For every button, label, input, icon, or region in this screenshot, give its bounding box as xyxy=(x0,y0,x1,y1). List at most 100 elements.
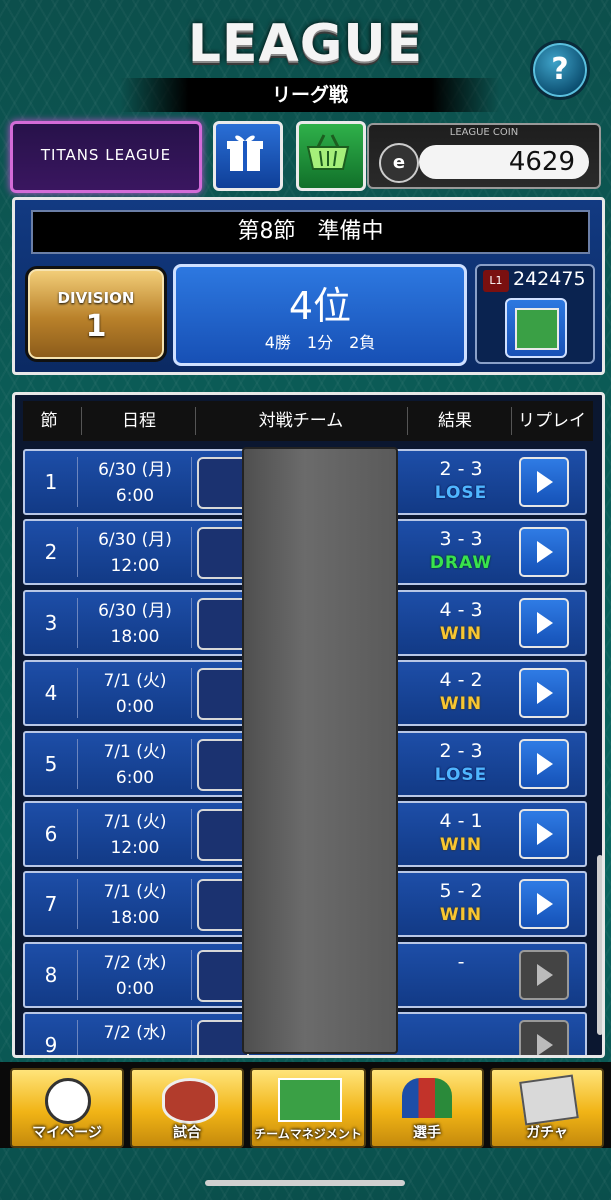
league-logo[interactable]: TITANS LEAGUE xyxy=(10,121,202,193)
match-day: 7/1 (火) xyxy=(103,671,167,692)
match-result: WIN xyxy=(439,623,483,644)
gift-button[interactable] xyxy=(213,121,283,191)
league-logo-text: TITANS LEAGUE xyxy=(40,146,172,164)
coin-icon: e xyxy=(379,143,419,183)
match-score: 2 - 3 xyxy=(439,739,483,762)
match-score: 4 - 3 xyxy=(439,598,483,621)
match-day: 6/30 (月) xyxy=(98,600,172,621)
match-result: DRAW xyxy=(429,553,493,574)
match-day: 7/1 (火) xyxy=(103,882,167,903)
nav-match-label: 試合 xyxy=(173,1125,201,1141)
team-strength-box: L1 242475 xyxy=(475,264,595,364)
row-divider xyxy=(191,879,192,930)
nav-players-label: 選手 xyxy=(413,1125,441,1141)
gift-icon xyxy=(227,135,263,171)
row-divider xyxy=(77,668,78,719)
header-divider xyxy=(81,407,82,435)
match-date: 7/1 (火) 12:00 xyxy=(79,809,191,861)
replay-button[interactable] xyxy=(519,1020,569,1055)
round-number: 3 xyxy=(44,610,58,635)
row-divider xyxy=(77,527,78,578)
row-divider xyxy=(191,949,192,1000)
row-divider xyxy=(77,738,78,789)
rank-value: 4位 xyxy=(288,284,352,328)
replay-button[interactable] xyxy=(519,668,569,719)
match-score: 4 - 2 xyxy=(439,669,483,692)
replay-button[interactable] xyxy=(519,809,569,859)
row-divider xyxy=(77,1020,78,1055)
play-icon xyxy=(537,471,553,493)
play-icon xyxy=(537,611,553,634)
match-day: 7/1 (火) xyxy=(103,741,167,762)
round-number: 8 xyxy=(44,962,58,987)
replay-button[interactable] xyxy=(519,949,569,1000)
nav-match[interactable]: 試合 xyxy=(130,1068,244,1148)
match-time: 6:00 xyxy=(115,486,155,506)
help-button[interactable]: ? xyxy=(530,40,590,100)
row-divider xyxy=(191,809,192,859)
schedule-header: 節 日程 対戦チーム 結果 リプレイ xyxy=(23,401,593,441)
page-title: LEAGUE xyxy=(187,14,424,74)
nav-mypage[interactable]: マイページ xyxy=(10,1068,124,1148)
formation-icon xyxy=(278,1078,342,1122)
shop-button[interactable] xyxy=(296,121,366,191)
match-day: 7/2 (水) xyxy=(103,952,167,973)
formation-button[interactable] xyxy=(505,298,567,358)
match-date: 6/30 (月) 18:00 xyxy=(79,598,191,650)
replay-button[interactable] xyxy=(519,457,569,507)
coin-label: LEAGUE COIN xyxy=(449,127,519,138)
match-date: 7/2 (水) 0:00 xyxy=(79,950,191,1002)
round-number: 5 xyxy=(44,751,58,776)
schedule-scrollbar[interactable] xyxy=(597,855,602,1035)
nav-team-management[interactable]: チームマネジメント xyxy=(250,1068,366,1148)
replay-button[interactable] xyxy=(519,738,569,789)
match-time: 12:00 xyxy=(110,838,160,858)
page-subtitle: リーグ戦 xyxy=(120,78,500,112)
coin-value: 4629 xyxy=(419,145,589,179)
bottom-nav: マイページ 試合 チームマネジメント 選手 ガチャ xyxy=(0,1062,611,1148)
efootball-icon xyxy=(45,1078,91,1124)
match-day: 6/30 (月) xyxy=(98,530,172,551)
header-round: 節 xyxy=(40,411,58,431)
match-score: 2 - 3 xyxy=(439,458,483,480)
match-score: 3 - 3 xyxy=(439,528,483,551)
rank-box: 4位 4勝 1分 2負 xyxy=(173,264,467,366)
play-icon xyxy=(537,963,553,986)
replay-button[interactable] xyxy=(519,879,569,930)
match-day: 7/1 (火) xyxy=(103,812,167,832)
nav-players[interactable]: 選手 xyxy=(370,1068,484,1148)
match-time: 0:00 xyxy=(115,978,155,999)
stadium-icon xyxy=(162,1078,218,1124)
match-time: 18:00 xyxy=(110,626,160,647)
match-result: WIN xyxy=(439,694,483,715)
row-divider xyxy=(77,949,78,1000)
round-number: 6 xyxy=(44,822,58,846)
players-icon xyxy=(402,1078,452,1118)
row-divider xyxy=(77,457,78,507)
header-replay: リプレイ xyxy=(518,411,586,431)
replay-button[interactable] xyxy=(519,597,569,648)
replay-button[interactable] xyxy=(519,527,569,578)
row-divider xyxy=(77,597,78,648)
match-date: 7/1 (火) 0:00 xyxy=(79,668,191,720)
match-score: 4 - 1 xyxy=(439,810,483,832)
match-date: 6/30 (月) 6:00 xyxy=(79,457,191,509)
match-date: 7/1 (火) 18:00 xyxy=(79,879,191,931)
match-date: 7/2 (水) xyxy=(79,1020,191,1046)
match-date: 7/1 (火) 6:00 xyxy=(79,739,191,791)
nav-gacha[interactable]: ガチャ xyxy=(490,1068,604,1148)
level-badge: L1 xyxy=(483,270,509,292)
match-score: - xyxy=(457,950,465,973)
home-indicator[interactable] xyxy=(205,1180,405,1186)
header-date: 日程 xyxy=(122,411,156,431)
team-strength-value: 242475 xyxy=(513,268,586,290)
nav-team-management-label: チームマネジメント xyxy=(254,1127,362,1141)
division-value: 1 xyxy=(85,309,107,344)
round-number: 9 xyxy=(44,1033,58,1058)
play-icon xyxy=(537,752,553,775)
redaction-block xyxy=(242,447,398,1054)
nav-mypage-label: マイページ xyxy=(32,1125,102,1141)
division-badge: DIVISION 1 xyxy=(25,266,167,362)
match-time: 6:00 xyxy=(115,767,155,788)
match-day: 7/2 (水) xyxy=(103,1023,167,1044)
